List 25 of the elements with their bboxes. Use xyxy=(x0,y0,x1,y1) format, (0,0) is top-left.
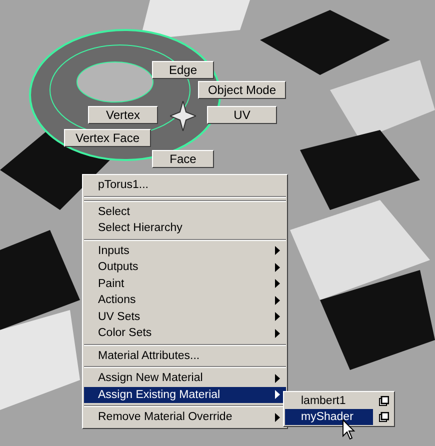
marking-menu-item[interactable]: Vertex Face xyxy=(64,129,151,147)
menu-item[interactable]: Assign New Material xyxy=(84,370,286,386)
menu-item[interactable]: Remove Material Override xyxy=(84,409,286,426)
marking-menu-item[interactable]: Face xyxy=(152,150,214,168)
menu-item[interactable]: Select Hierarchy xyxy=(84,220,286,236)
menu-item[interactable]: Inputs xyxy=(84,242,286,259)
menu-item[interactable]: Outputs xyxy=(84,259,286,276)
menu-item[interactable]: Paint xyxy=(84,276,286,292)
option-box-icon[interactable] xyxy=(379,396,389,406)
menu-item[interactable]: Select xyxy=(84,204,286,220)
menu-item[interactable]: pTorus1... xyxy=(84,177,286,194)
marking-menu-item[interactable]: UV xyxy=(207,106,277,124)
menu-item[interactable]: Assign Existing Material xyxy=(84,386,286,403)
star-icon xyxy=(170,101,196,131)
marking-menu-item[interactable]: Object Mode xyxy=(198,81,286,99)
option-box-icon[interactable] xyxy=(379,412,389,422)
menu-item[interactable]: Color Sets xyxy=(84,325,286,342)
menu-item[interactable]: UV Sets xyxy=(84,308,286,325)
menu-item[interactable]: Actions xyxy=(84,292,286,308)
marking-menu-item[interactable]: Edge xyxy=(152,61,214,79)
menu-item[interactable]: myShader xyxy=(285,409,373,425)
marking-menu-item[interactable]: Vertex xyxy=(88,106,158,124)
menu-item[interactable]: Material Attributes... xyxy=(84,348,286,364)
menu-item[interactable]: lambert1 xyxy=(285,393,373,409)
submenu-arrow-icon xyxy=(275,412,280,422)
